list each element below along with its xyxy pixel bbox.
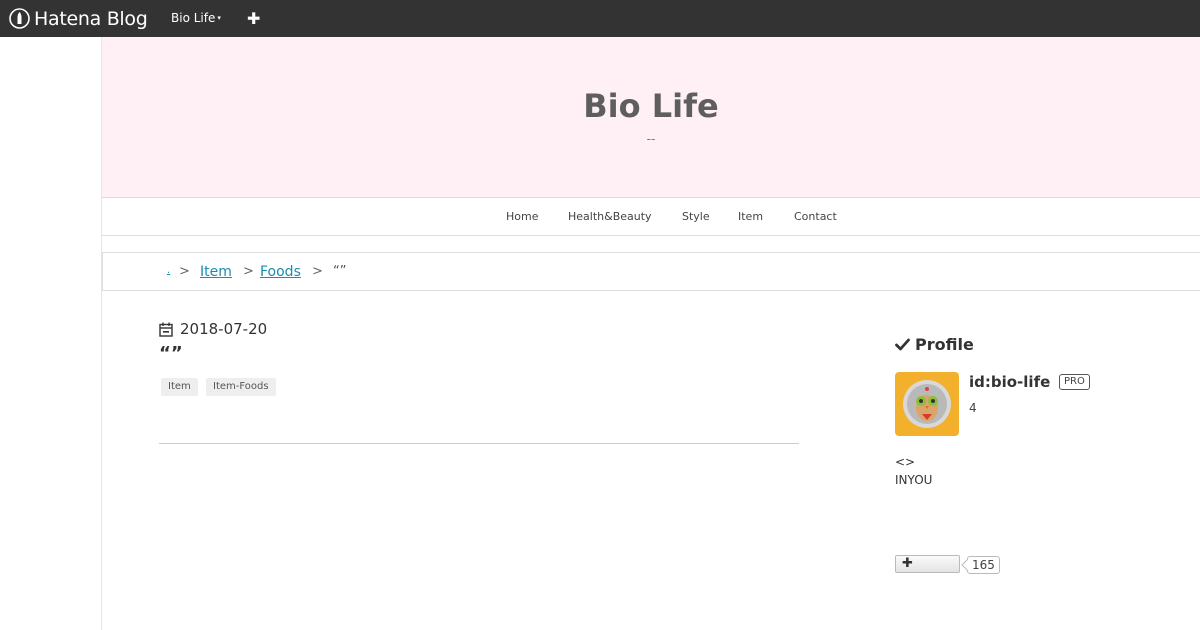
nav-item-item[interactable]: Item [738,210,763,223]
logo-text: Hatena Blog [34,7,148,30]
profile-count: 4 [969,401,977,415]
hatena-blog-logo[interactable]: Hatena Blog [9,7,148,30]
add-icon[interactable]: ✚ [247,9,260,28]
profile-description-line-1: <> [895,455,916,469]
nav-item-home[interactable]: Home [506,210,538,223]
profile-heading: Profile [895,335,974,354]
hatena-topbar: Hatena Blog Bio Life ▾ ✚ [0,0,1200,37]
follow-button[interactable]: ✚ [895,555,960,573]
blog-switcher-label: Bio Life [171,11,216,25]
owl-avatar-image [895,372,959,436]
nav-item-contact[interactable]: Contact [794,210,837,223]
breadcrumb-item-link[interactable]: Item [200,264,232,280]
entry-title[interactable]: “” [159,343,183,364]
profile-description-line-2: INYOU [895,473,933,487]
entry-divider [159,443,799,444]
breadcrumb-current: “” [333,264,347,279]
blog-title[interactable]: Bio Life [102,87,1200,125]
profile-title: Profile [915,335,974,354]
hatena-logo-icon [9,8,30,29]
check-icon [895,338,910,351]
follower-count: 165 [967,556,1000,574]
plus-icon: ✚ [902,556,913,571]
blog-description: -- [646,132,656,146]
breadcrumb: . > Item > Foods > “” [102,252,1200,291]
calendar-icon [159,322,173,337]
pro-badge: PRO [1059,374,1090,390]
breadcrumb-foods-link[interactable]: Foods [260,264,301,280]
chevron-down-icon: ▾ [217,14,221,22]
category-tag-item[interactable]: Item [161,378,198,396]
blog-header: Bio Life -- [102,37,1200,197]
blog-switcher-dropdown[interactable]: Bio Life ▾ [171,11,221,25]
entry-date-text: 2018-07-20 [180,320,268,338]
avatar[interactable] [895,372,959,436]
nav-item-health-beauty[interactable]: Health&Beauty [568,210,652,223]
entry-date[interactable]: 2018-07-20 [159,320,267,338]
category-tag-item-foods[interactable]: Item-Foods [206,378,276,396]
breadcrumb-separator: > [312,264,323,279]
breadcrumb-home-link[interactable]: . [167,265,170,276]
nav-item-style[interactable]: Style [682,210,710,223]
breadcrumb-separator: > [179,264,190,279]
breadcrumb-separator: > [243,264,254,279]
global-nav: Home Health&Beauty Style Item Contact [102,197,1200,236]
profile-id-link[interactable]: id:bio-life [969,373,1050,391]
